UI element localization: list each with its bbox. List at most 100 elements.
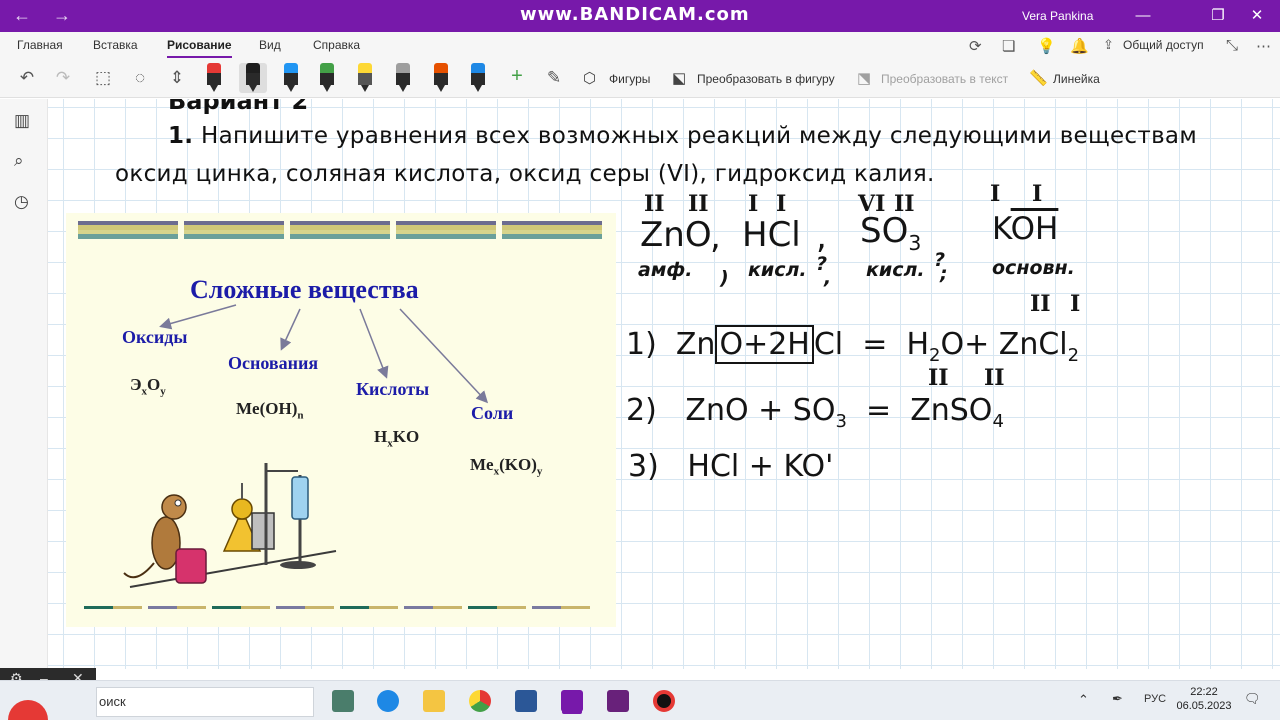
taskbar-search[interactable]: оиск: [96, 687, 314, 717]
pen-icon[interactable]: ✒: [1112, 691, 1123, 707]
tab-view[interactable]: Вид: [259, 38, 281, 52]
tab-help[interactable]: Справка: [313, 38, 360, 52]
ink-valence: I: [776, 191, 787, 217]
onenote-window: ← → www.BANDICAM.com Vera Pankina — ❐ ✕ …: [0, 0, 1280, 720]
ink-type: амф.: [638, 259, 693, 281]
highlighter-yellow[interactable]: [358, 63, 372, 93]
lightbulb-icon[interactable]: 💡: [1037, 37, 1056, 55]
ink-punct: ,: [824, 267, 832, 289]
clock[interactable]: 22:22 06.05.2023: [1176, 685, 1232, 713]
add-pen-icon[interactable]: +: [506, 65, 528, 88]
clock-date: 06.05.2023: [1176, 700, 1232, 712]
ink-valence: I: [990, 181, 1001, 207]
draw-toolbar: ↶ ↷ ⬚ ◌ ⇕ + ✎ ⬡ Фигуры ⬕ Преобразовать в…: [0, 60, 1280, 98]
undo-icon[interactable]: ↶: [16, 68, 38, 88]
ink-hcl: HCl: [742, 215, 801, 255]
pen-green[interactable]: [320, 63, 334, 93]
slide-title: Сложные вещества: [190, 275, 419, 304]
shapes-button[interactable]: Фигуры: [609, 72, 650, 86]
pen-black[interactable]: [239, 63, 267, 93]
add-space-icon[interactable]: ⇕: [166, 68, 188, 88]
title-bar: ← → www.BANDICAM.com Vera Pankina — ❐ ✕: [0, 0, 1280, 32]
ink-zno: ZnO: [640, 215, 712, 255]
category-bases: Основания: [228, 353, 319, 373]
language-indicator[interactable]: РУС: [1144, 693, 1166, 705]
shapes-icon: ⬡: [583, 70, 597, 87]
pen-light-blue[interactable]: [471, 63, 485, 93]
ink-valence: II: [984, 365, 1005, 391]
ink-type: основн.: [992, 257, 1075, 279]
file-explorer-icon[interactable]: [423, 690, 445, 712]
bandicam-watermark: www.BANDICAM.com: [520, 4, 750, 25]
equation-2: 2) ZnO + SO3 = ZnSO4: [626, 393, 1004, 432]
close-button[interactable]: ✕: [1242, 4, 1272, 28]
formula-oxides: ЭxOy: [130, 375, 166, 398]
more-options-icon[interactable]: ⋯: [1256, 37, 1271, 55]
clock-time: 22:22: [1190, 686, 1218, 698]
ribbon-tabs: Главная Вставка Рисование Вид Справка ⟳ …: [0, 32, 1280, 60]
ink-valence: I: [1032, 181, 1043, 207]
equation-3: 3) HCl + KO': [628, 449, 834, 484]
ink-box: O+2H: [715, 325, 814, 364]
ink-punct: ,: [710, 217, 721, 257]
search-icon[interactable]: ⌕: [14, 151, 24, 171]
restore-button[interactable]: ❐: [1203, 4, 1233, 28]
pen-orange[interactable]: [434, 63, 448, 93]
ink-punct: ,: [816, 217, 827, 257]
collapse-ribbon-icon[interactable]: ⤡: [1226, 37, 1238, 54]
formula-salts: Mex(KO)y: [470, 455, 543, 478]
user-name[interactable]: Vera Pankina: [1022, 9, 1093, 23]
arrow-right-icon[interactable]: →: [50, 5, 74, 26]
ink-valence: II: [644, 191, 665, 217]
ink-so3: SO3: [860, 211, 922, 255]
convert-to-text-button[interactable]: Преобразовать в текст: [881, 72, 1008, 86]
redo-icon[interactable]: ↷: [52, 68, 74, 88]
left-nav: ▥ ⌕ ◷: [0, 99, 48, 669]
calculator-icon[interactable]: [332, 690, 354, 712]
page-canvas[interactable]: Вариант 2 1. Напишите уравнения всех воз…: [48, 99, 1280, 669]
sync-icon[interactable]: ⟳: [969, 37, 982, 55]
category-acids: Кислоты: [356, 379, 430, 399]
chevron-up-icon[interactable]: ⌃: [1078, 692, 1089, 708]
convert-to-shape-button[interactable]: Преобразовать в фигуру: [697, 72, 835, 86]
ruler-button[interactable]: Линейка: [1053, 72, 1100, 86]
recent-icon[interactable]: ◷: [14, 192, 29, 212]
notebooks-icon[interactable]: ▥: [14, 111, 30, 131]
minimize-button[interactable]: —: [1128, 4, 1158, 28]
chrome-icon[interactable]: [469, 690, 491, 712]
question-line-1: 1. Напишите уравнения всех возможных реа…: [168, 123, 1197, 149]
ink-to-math-icon[interactable]: ✎: [543, 68, 565, 88]
notifications-icon[interactable]: 🗨: [1244, 691, 1261, 707]
arrow-left-icon[interactable]: ←: [10, 5, 34, 26]
slide-image[interactable]: Сложные вещества Оксиды Основания Кислот…: [66, 213, 616, 627]
record-icon[interactable]: [653, 690, 675, 712]
formula-bases: Me(OH)n: [236, 399, 304, 422]
visual-studio-icon[interactable]: [607, 690, 629, 712]
tab-home[interactable]: Главная: [17, 38, 63, 52]
ink-punct: ): [720, 267, 729, 289]
word-icon[interactable]: [515, 690, 537, 712]
question-line-2: оксид цинка, соляная кислота, оксид серы…: [115, 161, 935, 187]
tab-insert[interactable]: Вставка: [93, 38, 138, 52]
convert-shape-icon: ⬕: [672, 70, 687, 87]
pen-red[interactable]: [207, 63, 221, 93]
category-oxides: Оксиды: [122, 327, 188, 347]
ink-punct: ;: [940, 263, 948, 285]
ink-valence: II: [1030, 291, 1051, 317]
pen-blue[interactable]: [284, 63, 298, 93]
fullscreen-icon[interactable]: ❏: [1002, 37, 1015, 55]
ink-koh: KOH: [992, 211, 1059, 247]
onenote-icon[interactable]: [561, 690, 583, 712]
tab-draw[interactable]: Рисование: [167, 38, 232, 58]
ink-valence: II: [928, 365, 949, 391]
lasso-add-icon[interactable]: ◌: [129, 68, 151, 88]
pen-gray[interactable]: [396, 63, 410, 93]
question-text-1: Напишите уравнения всех возможных реакци…: [200, 123, 1197, 149]
share-icon[interactable]: ⇪: [1103, 37, 1114, 53]
lasso-select-icon[interactable]: ⬚: [92, 68, 114, 88]
category-salts: Соли: [471, 403, 514, 423]
share-button[interactable]: Общий доступ: [1123, 38, 1204, 52]
page-heading: Вариант 2: [168, 99, 309, 115]
bell-icon[interactable]: 🔔: [1070, 37, 1089, 55]
edge-icon[interactable]: [377, 690, 399, 712]
